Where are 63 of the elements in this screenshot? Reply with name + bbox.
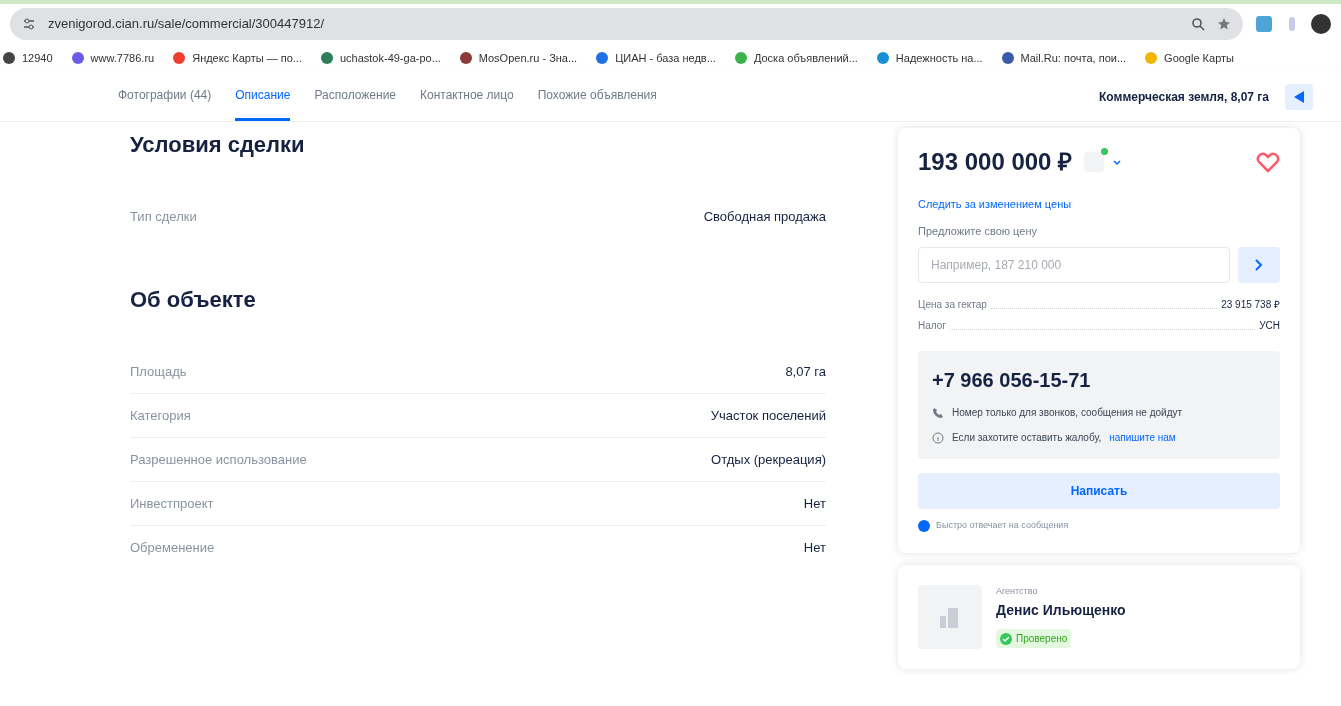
bookmark-link[interactable]: www.7786.ru xyxy=(70,49,155,67)
field-label: Тип сделки xyxy=(130,208,197,227)
extension-icon[interactable] xyxy=(1255,15,1273,33)
field-label: Обременение xyxy=(130,539,215,558)
url-text: zvenigorod.cian.ru/sale/commercial/300447912/ xyxy=(48,15,326,34)
fact-value: УСН xyxy=(1259,319,1280,333)
site-info-icon[interactable] xyxy=(22,17,36,31)
bookmark-link[interactable]: Яндекс Карты — по... xyxy=(172,49,302,67)
phone-number: +7 966 056-15-71 xyxy=(932,368,1092,393)
badge-text: Проверено xyxy=(1016,632,1068,646)
address-bar[interactable]: zvenigorod.cian.ru/sale/commercial/300447912/ xyxy=(10,8,1243,40)
chevron-right-icon xyxy=(1254,259,1264,271)
nav-tab[interactable]: Расположение xyxy=(314,72,397,121)
nav-tab[interactable]: Похожие объявления xyxy=(537,72,657,121)
write-button[interactable]: Написать xyxy=(918,473,1280,509)
field-value: Нет xyxy=(803,494,826,513)
nav-tab[interactable]: Фотографии (44) xyxy=(118,72,212,121)
field-label: Инвестпроект xyxy=(130,494,214,513)
search-icon[interactable] xyxy=(1191,17,1205,31)
watch-price-link[interactable]: Следить за изменением цены xyxy=(918,196,1280,213)
agent-name: Денис Ильющенко xyxy=(996,601,1126,620)
field-value: 8,07 га xyxy=(785,362,826,381)
submit-offer-button[interactable] xyxy=(1238,247,1280,283)
share-icon xyxy=(1292,89,1306,104)
bookmark-link[interactable]: uchastok-49-ga-po... xyxy=(319,49,441,67)
nav-tab[interactable]: Контактное лицо xyxy=(420,72,514,121)
field-value: Свободная продажа xyxy=(703,208,826,227)
bookmark-link[interactable]: MosOpen.ru - Зна... xyxy=(458,49,578,67)
share-button[interactable] xyxy=(1285,83,1313,110)
price-text: 193 000 000 ₽ xyxy=(918,147,1073,177)
offer-label: Предложите свою цену xyxy=(918,223,1038,239)
fact-label: Налог xyxy=(918,319,946,333)
field-value: Нет xyxy=(803,539,826,558)
bookmark-link[interactable]: Google Карты xyxy=(1144,49,1234,67)
bookmark-link[interactable]: Надежность на... xyxy=(875,49,983,67)
section-heading: Условия сделки xyxy=(130,131,306,159)
bookmark-link[interactable]: ЦИАН - база недв... xyxy=(595,49,716,67)
agent-role: Агентство xyxy=(996,584,1039,598)
field-label: Категория xyxy=(130,406,191,425)
note-text: Номер только для звонков, сообщения не дойдут xyxy=(952,406,1183,420)
field-label: Площадь xyxy=(130,362,187,381)
write-us-link[interactable]: напишите нам xyxy=(1109,430,1176,445)
listing-title: Коммерческая земля, 8,07 га xyxy=(1099,88,1269,106)
fact-value: 23 915 738 ₽ xyxy=(1221,298,1280,312)
star-icon[interactable] xyxy=(1217,17,1231,31)
fast-reply-text: Быстро отвечает на сообщения xyxy=(936,519,1069,532)
info-icon xyxy=(932,431,944,444)
agency-logo xyxy=(918,584,982,649)
field-value: Отдых (рекреация) xyxy=(711,450,826,469)
phone-icon xyxy=(932,406,944,419)
bookmark-link[interactable]: 12940 xyxy=(2,49,53,67)
chevron-down-icon[interactable] xyxy=(1112,157,1123,167)
section-heading: Об объекте xyxy=(130,286,257,314)
heart-icon[interactable] xyxy=(1256,151,1280,173)
fact-label: Цена за гектар xyxy=(918,298,987,312)
price-offer-field[interactable]: Например, 187 210 000 xyxy=(918,247,1230,283)
note-text: Если захотите оставить жалобу, xyxy=(952,431,1102,445)
bookmark-link[interactable]: Mail.Ru: почта, пои... xyxy=(1000,49,1127,67)
field-label: Разрешенное использование xyxy=(130,450,307,469)
profile-avatar[interactable] xyxy=(1311,14,1331,34)
bookmark-link[interactable]: Доска объявлений... xyxy=(733,49,858,67)
field-value: Участок поселений xyxy=(710,406,826,425)
check-icon xyxy=(1000,632,1012,645)
